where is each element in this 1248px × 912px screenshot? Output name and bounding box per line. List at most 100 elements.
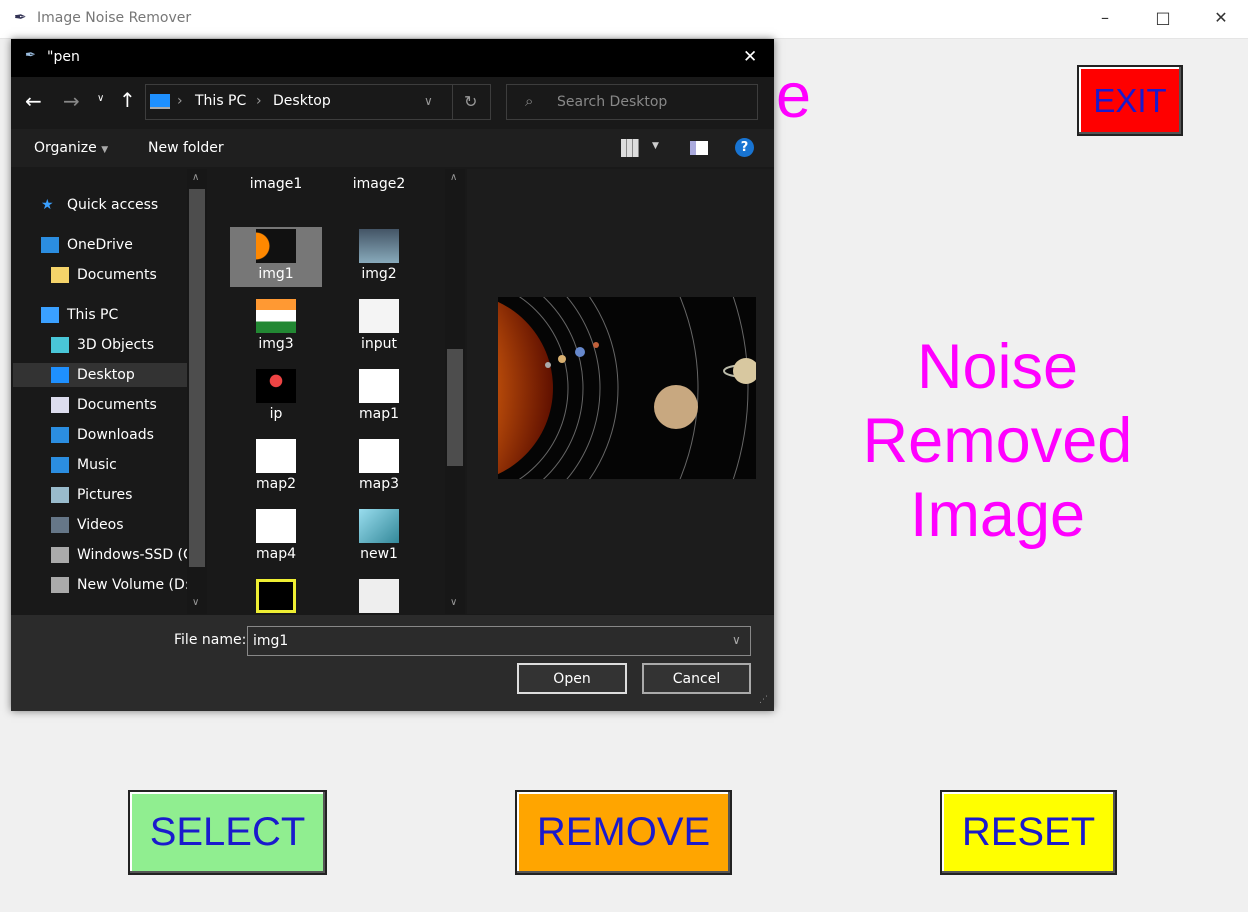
scroll-down-icon[interactable]: ∨: [450, 597, 457, 608]
new-folder-button[interactable]: New folder: [148, 140, 224, 156]
file-item[interactable]: image1: [230, 173, 322, 192]
file-item[interactable]: map4: [230, 507, 322, 567]
close-dialog-button[interactable]: ✕: [743, 47, 757, 67]
white-thumb: [256, 509, 296, 543]
nav-item-label: Pictures: [77, 487, 133, 503]
white-thumb: [359, 369, 399, 403]
nav-item[interactable]: Downloads: [13, 423, 187, 447]
text-file-icon: [359, 299, 399, 333]
scroll-up-icon[interactable]: ∧: [192, 172, 199, 183]
nav-item[interactable]: This PC: [13, 303, 187, 327]
nav-item[interactable]: Documents: [13, 263, 187, 287]
chevron-down-icon[interactable]: ∨: [424, 94, 433, 108]
folder-icon: [51, 267, 69, 283]
file-item[interactable]: input: [333, 297, 425, 357]
close-window-button[interactable]: ✕: [1206, 8, 1236, 27]
file-name-label: File name:: [174, 632, 247, 648]
open-file-dialog: ✒ "pen ✕ ← → ∨ ↑ › This PC › Desktop ∨ ↻…: [11, 39, 774, 711]
scroll-up-icon[interactable]: ∧: [450, 172, 457, 183]
file-item-label: img2: [361, 266, 397, 282]
resize-grip-icon[interactable]: ⋰: [759, 695, 768, 705]
nav-item-label: Documents: [77, 397, 157, 413]
forward-arrow-icon[interactable]: →: [63, 89, 80, 113]
nav-item[interactable]: OneDrive: [13, 233, 187, 257]
music-icon: [51, 457, 69, 473]
select-button[interactable]: SELECT: [128, 790, 327, 875]
caret-down-icon[interactable]: ▼: [652, 141, 659, 151]
file-item-label: map4: [255, 546, 296, 562]
file-name-input[interactable]: img1 ∨: [247, 626, 751, 656]
file-item-label: image2: [352, 176, 406, 192]
file-item[interactable]: img1: [230, 227, 322, 287]
nav-scrollbar[interactable]: ∧ ∨: [187, 169, 207, 614]
file-list: image1 image2 img1 img2 img3 input ip map1 map2 m…: [210, 169, 444, 614]
nav-item[interactable]: Pictures: [13, 483, 187, 507]
file-item[interactable]: img3: [230, 297, 322, 357]
navigation-pane: ★ Quick access OneDrive Documents This PC 3D …: [13, 169, 207, 614]
file-item[interactable]: map3: [333, 437, 425, 497]
file-item[interactable]: ip: [230, 367, 322, 427]
nav-item-label: Quick access: [67, 197, 159, 213]
label-line: Image: [909, 480, 1086, 550]
cancel-button[interactable]: Cancel: [642, 663, 751, 694]
solar-system-preview-image: [498, 297, 756, 479]
preview-pane-icon[interactable]: [690, 141, 708, 155]
label-line: Noise: [916, 332, 1079, 402]
feather-icon: ✒: [14, 8, 27, 26]
nav-item-label: 3D Objects: [77, 337, 155, 353]
file-item[interactable]: image2: [333, 173, 425, 192]
document-icon: [51, 397, 69, 413]
nav-item[interactable]: Videos: [13, 513, 187, 537]
file-item-label: map3: [358, 476, 399, 492]
organize-button[interactable]: Organize ▼: [34, 140, 108, 156]
address-bar[interactable]: › This PC › Desktop ∨ ↻: [145, 84, 491, 120]
file-item[interactable]: new1: [333, 577, 425, 614]
refresh-icon[interactable]: ↻: [464, 92, 477, 111]
up-arrow-icon[interactable]: ↑: [119, 88, 136, 112]
view-grid-icon[interactable]: [621, 139, 639, 157]
file-item[interactable]: img2: [333, 227, 425, 287]
back-arrow-icon[interactable]: ←: [25, 89, 42, 113]
file-item[interactable]: map2: [230, 437, 322, 497]
minimize-button[interactable]: –: [1090, 8, 1120, 27]
nav-item[interactable]: 3D Objects: [13, 333, 187, 357]
scroll-down-icon[interactable]: ∨: [192, 597, 199, 608]
nav-item[interactable]: Music: [13, 453, 187, 477]
search-placeholder: Search Desktop: [557, 94, 668, 110]
nav-item-label: New Volume (D:): [77, 577, 187, 593]
dialog-titlebar: ✒ "pen ✕: [11, 39, 774, 77]
nav-item[interactable]: New Volume (D:): [13, 573, 187, 597]
nav-item-label: Documents: [77, 267, 157, 283]
nav-item[interactable]: Desktop: [13, 363, 187, 387]
nav-item[interactable]: Documents: [13, 393, 187, 417]
nav-item[interactable]: Windows-SSD (C:): [13, 543, 187, 567]
file-scrollbar[interactable]: ∧ ∨: [445, 169, 465, 614]
dialog-footer: File name: img1 ∨ Open Cancel ⋰: [11, 615, 774, 711]
breadcrumb-separator-icon: ›: [256, 93, 262, 109]
breadcrumb-this-pc[interactable]: This PC: [195, 93, 246, 109]
file-item-label: img1: [258, 266, 294, 282]
file-item-label: image1: [249, 176, 303, 192]
download-icon: [51, 427, 69, 443]
remove-button[interactable]: REMOVE: [515, 790, 732, 875]
pin-thumb: [256, 369, 296, 403]
maximize-button[interactable]: □: [1148, 8, 1178, 27]
file-item[interactable]: new1: [333, 507, 425, 567]
recent-dropdown-icon[interactable]: ∨: [97, 93, 104, 104]
scrollbar-thumb[interactable]: [189, 189, 205, 567]
search-input[interactable]: ⌕ Search Desktop: [506, 84, 758, 120]
label-line: Removed: [862, 406, 1133, 476]
reset-button[interactable]: RESET: [940, 790, 1117, 875]
breadcrumb-separator-icon: ›: [177, 93, 183, 109]
scrollbar-thumb[interactable]: [447, 349, 463, 466]
breadcrumb-desktop[interactable]: Desktop: [273, 93, 331, 109]
file-item-label: map2: [255, 476, 296, 492]
file-item[interactable]: map1: [333, 367, 425, 427]
exit-button[interactable]: EXIT: [1077, 65, 1183, 136]
nav-item[interactable]: ★ Quick access: [13, 193, 187, 217]
file-item[interactable]: new1: [230, 577, 322, 614]
open-button[interactable]: Open: [517, 663, 627, 694]
dialog-title: "pen: [47, 49, 80, 65]
chevron-down-icon[interactable]: ∨: [732, 633, 741, 647]
help-icon[interactable]: ?: [735, 138, 754, 157]
